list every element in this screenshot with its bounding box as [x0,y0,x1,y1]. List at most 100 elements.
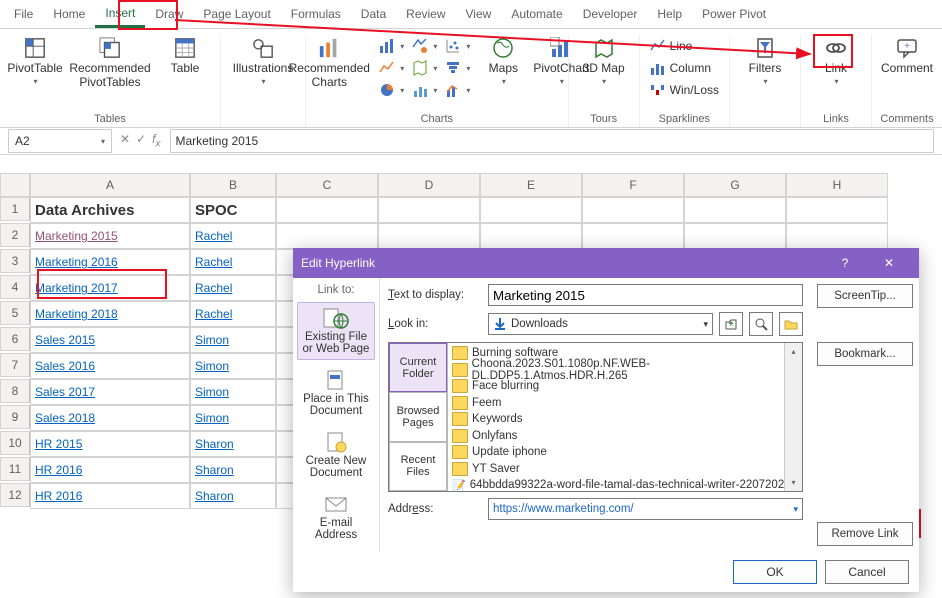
screentip-button[interactable]: ScreenTip... [817,284,913,308]
cell-A11[interactable]: HR 2016 [30,457,190,483]
row-5[interactable]: 5 [0,301,30,325]
cell-B6[interactable]: Simon [190,327,276,353]
hyperlink[interactable]: HR 2015 [35,437,82,451]
cell-B4[interactable]: Rachel [190,275,276,301]
cell-B1[interactable]: SPOC [190,197,276,223]
tab-page-layout[interactable]: Page Layout [193,2,280,26]
cell-empty[interactable] [684,197,786,223]
tab-home[interactable]: Home [43,2,95,26]
cell-empty[interactable] [276,223,378,249]
row-6[interactable]: 6 [0,327,30,351]
chart-hier-button[interactable]: ▾ [412,37,437,55]
linkto-place-card[interactable]: Place in This Document [297,364,375,422]
tab-recent-files[interactable]: Recent Files [389,442,447,491]
cell-empty[interactable] [786,197,888,223]
row-3[interactable]: 3 [0,249,30,273]
cell-empty[interactable] [276,197,378,223]
name-box[interactable]: A2▾ [8,129,112,153]
chart-pie-button[interactable]: ▾ [379,81,404,99]
hyperlink[interactable]: Simon [195,333,229,347]
tab-file[interactable]: File [4,2,43,26]
cell-A7[interactable]: Sales 2016 [30,353,190,379]
col-H[interactable]: H [786,173,888,197]
tab-automate[interactable]: Automate [501,2,572,26]
hyperlink[interactable]: Sharon [195,463,234,477]
lookin-combo[interactable]: Downloads▾ [488,313,713,335]
hyperlink[interactable]: Simon [195,385,229,399]
row-8[interactable]: 8 [0,379,30,403]
cell-A8[interactable]: Sales 2017 [30,379,190,405]
text-to-display-input[interactable] [488,284,803,306]
cell-A4[interactable]: Marketing 2017 [30,275,190,301]
maps-button[interactable]: Maps▾ [474,35,532,89]
remove-link-button[interactable]: Remove Link [817,522,913,546]
filters-button[interactable]: Filters▾ [736,35,794,89]
file-list[interactable]: Burning softwareChoona.2023.S01.1080p.NF… [447,343,802,491]
file-item[interactable]: YT Saver [450,461,800,478]
cell-A6[interactable]: Sales 2015 [30,327,190,353]
comment-button[interactable]: + Comment [878,35,936,77]
cell-B2[interactable]: Rachel [190,223,276,249]
cell-A1[interactable]: Data Archives [30,197,190,223]
cell-B10[interactable]: Sharon [190,431,276,457]
cell-empty[interactable] [582,197,684,223]
linkto-new-card[interactable]: Create New Document [297,426,375,484]
tab-help[interactable]: Help [647,2,692,26]
bookmark-button[interactable]: Bookmark... [817,342,913,366]
sparkline-wl-button[interactable]: Win/Loss [650,81,719,99]
cell-empty[interactable] [786,223,888,249]
cell-B3[interactable]: Rachel [190,249,276,275]
cell-empty[interactable] [582,223,684,249]
col-C[interactable]: C [276,173,378,197]
hyperlink[interactable]: Sharon [195,437,234,451]
pivottable-button[interactable]: PivotTable▾ [6,35,64,92]
browse-web-button[interactable] [749,312,773,336]
cell-empty[interactable] [378,197,480,223]
file-item[interactable]: Feem [450,395,800,412]
cell-B8[interactable]: Simon [190,379,276,405]
hyperlink[interactable]: Marketing 2018 [35,307,118,321]
cell-B11[interactable]: Sharon [190,457,276,483]
hyperlink[interactable]: Rachel [195,229,232,243]
cell-empty[interactable] [480,197,582,223]
chart-scatter-button[interactable]: ▾ [445,37,470,55]
table-button[interactable]: Table [156,35,214,92]
chart-combo-button[interactable]: ▾ [445,81,470,99]
recommended-charts-button[interactable]: Recommended Charts [283,35,375,92]
cell-A3[interactable]: Marketing 2016 [30,249,190,275]
hyperlink[interactable]: Marketing 2017 [35,281,118,295]
enter-fx-icon[interactable]: ✓ [136,132,146,149]
browse-file-button[interactable] [779,312,803,336]
row-1[interactable]: 1 [0,197,30,221]
hyperlink[interactable]: Simon [195,411,229,425]
row-9[interactable]: 9 [0,405,30,429]
tab-review[interactable]: Review [396,2,455,26]
sparkline-line-button[interactable]: Line [650,37,719,55]
cancel-button[interactable]: Cancel [825,560,909,584]
tab-power-pivot[interactable]: Power Pivot [692,2,776,26]
address-input[interactable]: https://www.marketing.com/▾ [488,498,803,520]
file-item[interactable]: Onlyfans [450,428,800,445]
link-button[interactable]: Link▾ [807,35,865,89]
up-folder-button[interactable] [719,312,743,336]
hyperlink[interactable]: Rachel [195,281,232,295]
cell-A9[interactable]: Sales 2018 [30,405,190,431]
hyperlink[interactable]: Sales 2015 [35,333,95,347]
hyperlink[interactable]: Sales 2018 [35,411,95,425]
linkto-mail-card[interactable]: E-mail Address [297,488,375,546]
chart-map-button[interactable]: ▾ [412,59,437,77]
hyperlink[interactable]: Rachel [195,255,232,269]
hyperlink[interactable]: Sharon [195,489,234,503]
ok-button[interactable]: OK [733,560,817,584]
cell-empty[interactable] [684,223,786,249]
cell-B9[interactable]: Simon [190,405,276,431]
recommended-pivottables-button[interactable]: Recommended PivotTables [64,35,156,92]
tab-formulas[interactable]: Formulas [281,2,351,26]
chart-line-button[interactable]: ▾ [379,59,404,77]
row-7[interactable]: 7 [0,353,30,377]
tab-browsed-pages[interactable]: Browsed Pages [389,392,447,441]
row-12[interactable]: 12 [0,483,30,507]
sparkline-col-button[interactable]: Column [650,59,719,77]
col-A[interactable]: A [30,173,190,197]
fx-icon[interactable]: fx [152,132,160,149]
